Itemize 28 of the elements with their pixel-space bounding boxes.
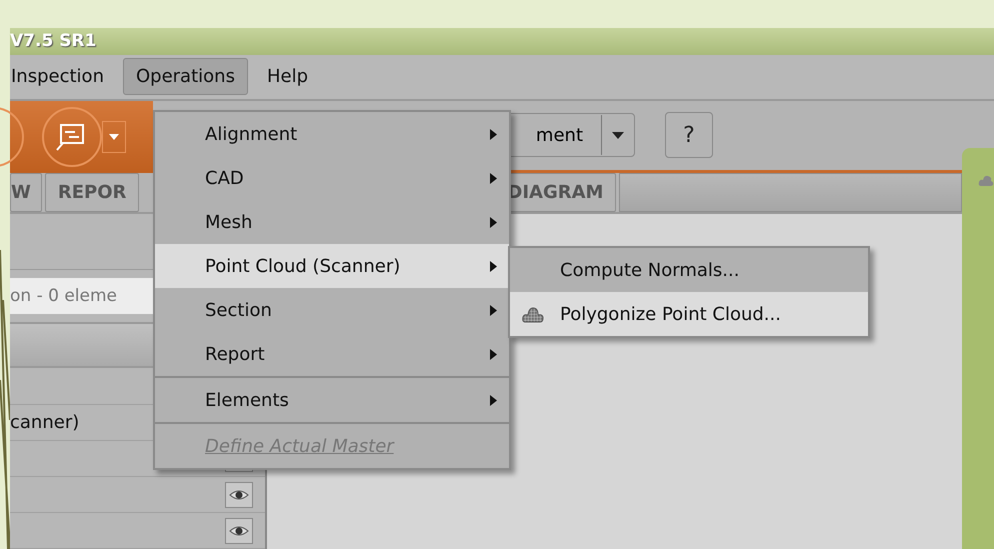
tab[interactable]: REPOR (44, 173, 140, 212)
submenu-arrow-icon (490, 260, 497, 272)
help-button[interactable]: ? (665, 112, 713, 158)
submenu-arrow-icon (490, 216, 497, 228)
menu-item[interactable]: Point Cloud (Scanner) (155, 244, 509, 288)
row-label: canner) (10, 412, 80, 433)
submenu-arrow-icon (490, 304, 497, 316)
tool-button[interactable] (42, 106, 102, 167)
caret-icon (109, 134, 119, 140)
eye-icon[interactable] (225, 482, 253, 508)
eye-icon[interactable] (225, 518, 253, 544)
dropdown-button[interactable] (102, 120, 126, 153)
menu-item[interactable]: Elements (155, 378, 509, 422)
submenu-arrow-icon (490, 394, 497, 406)
cloud-icon (522, 305, 544, 323)
menu-item[interactable]: Polygonize Point Cloud... (510, 292, 868, 336)
submenu-arrow-icon (490, 172, 497, 184)
submenu-arrow-icon (490, 128, 497, 140)
tab[interactable]: W (10, 173, 42, 212)
window-title: V7.5 SR1 (10, 31, 96, 52)
menu-bar-item[interactable]: Inspection (10, 58, 117, 96)
menu-bar-item[interactable]: Help (254, 58, 321, 96)
menu-bar-item[interactable]: Operations (122, 58, 248, 96)
menu-item[interactable]: Report (155, 332, 509, 376)
caret-icon (612, 132, 624, 139)
dropdown-value: ment (536, 124, 583, 146)
menu-item[interactable]: Compute Normals... (510, 248, 868, 292)
submenu-arrow-icon (490, 348, 497, 360)
